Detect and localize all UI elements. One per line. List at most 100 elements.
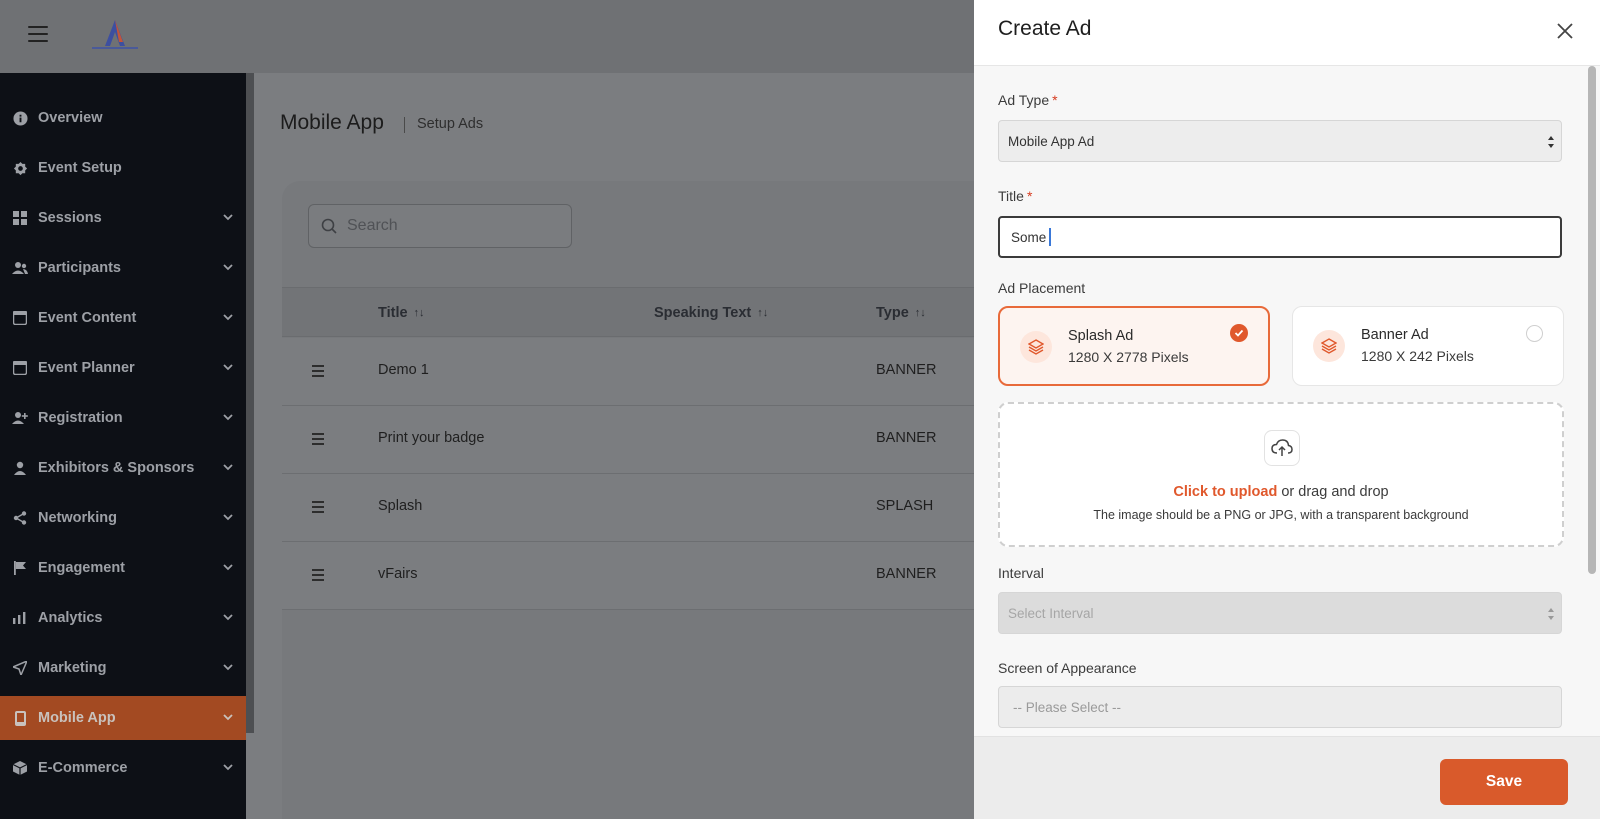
drag-handle-icon[interactable]: [312, 433, 324, 445]
search-input[interactable]: [347, 217, 547, 235]
sidebar-item-label: Event Planner: [38, 360, 135, 376]
row-type: BANNER: [876, 362, 937, 378]
row-title: Print your badge: [378, 430, 485, 446]
row-type: BANNER: [876, 430, 937, 446]
sidebar-item-engagement[interactable]: Engagement: [0, 546, 246, 590]
info-icon: [12, 110, 28, 126]
mobile-icon: [12, 710, 28, 726]
required-asterisk: *: [1052, 92, 1058, 108]
drag-handle-icon[interactable]: [312, 501, 324, 513]
ad-type-select[interactable]: Mobile App Ad: [998, 120, 1562, 162]
sidebar-item-label: Sessions: [38, 210, 102, 226]
select-placeholder: Select Interval: [1008, 605, 1094, 621]
sidebar-item-label: Event Setup: [38, 160, 122, 176]
sidebar-item-mobile-app[interactable]: Mobile App: [0, 696, 246, 740]
chevron-down-icon: [223, 414, 233, 421]
sidebar-item-marketing[interactable]: Marketing: [0, 646, 246, 690]
save-button[interactable]: Save: [1440, 759, 1568, 805]
sidebar-item-label: Overview: [38, 110, 103, 126]
label-text: Title: [998, 188, 1024, 204]
sidebar-item-label: Mobile App: [38, 710, 116, 726]
drag-handle-icon[interactable]: [312, 365, 324, 377]
sidebar-item-networking[interactable]: Networking: [0, 496, 246, 540]
chevron-down-icon: [223, 214, 233, 221]
select-arrows-icon: [1548, 136, 1554, 148]
chevron-down-icon: [223, 564, 233, 571]
sidebar-item-label: Analytics: [38, 610, 103, 626]
upload-dropzone[interactable]: Click to upload or drag and drop The ima…: [998, 402, 1564, 547]
ad-type-label: Ad Type *: [998, 92, 1058, 108]
sort-arrows-icon[interactable]: ↑↓: [757, 307, 768, 319]
sidebar-item-exhibitors-sponsors[interactable]: Exhibitors & Sponsors: [0, 446, 246, 490]
sidebar-item-event-planner[interactable]: Event Planner: [0, 346, 246, 390]
select-placeholder: -- Please Select --: [1013, 699, 1122, 715]
upload-hint: The image should be a PNG or JPG, with a…: [1093, 508, 1469, 522]
interval-select[interactable]: Select Interval: [998, 592, 1562, 634]
option-size: 1280 X 242 Pixels: [1361, 348, 1474, 364]
splash-ad-option[interactable]: Splash Ad 1280 X 2778 Pixels: [998, 306, 1270, 386]
banner-ad-option[interactable]: Banner Ad 1280 X 242 Pixels: [1292, 306, 1564, 386]
sidebar-item-e-commerce[interactable]: E-Commerce: [0, 746, 246, 790]
chevron-down-icon: [223, 314, 233, 321]
drawer-footer: Save: [974, 736, 1600, 819]
page-title: Mobile App: [280, 111, 384, 134]
title-input[interactable]: Some: [998, 216, 1562, 258]
table-row[interactable]: Splash SPLASH: [282, 474, 1002, 542]
sidebar-item-analytics[interactable]: Analytics: [0, 596, 246, 640]
table-row[interactable]: Demo 1 BANNER: [282, 338, 1002, 406]
sort-arrows-icon[interactable]: ↑↓: [414, 307, 425, 319]
text-cursor: [1049, 228, 1051, 246]
breadcrumb-separator: [404, 117, 405, 133]
sidebar-item-event-setup[interactable]: Event Setup: [0, 146, 246, 190]
select-arrows-icon: [1548, 608, 1554, 620]
column-label: Speaking Text: [654, 305, 752, 321]
close-icon[interactable]: [1556, 22, 1574, 40]
window-icon: [12, 310, 28, 326]
title-label: Title *: [998, 188, 1032, 204]
page-subtitle: Setup Ads: [417, 116, 484, 132]
upload-text: or drag and drop: [1277, 484, 1389, 500]
table-header: Title ↑↓ Speaking Text ↑↓ Type ↑↓: [282, 287, 1002, 337]
sidebar-item-sessions[interactable]: Sessions: [0, 196, 246, 240]
drawer-header: Create Ad: [974, 0, 1600, 66]
screen-of-appearance-select[interactable]: -- Please Select --: [998, 686, 1562, 728]
sidebar-item-label: Event Content: [38, 310, 137, 326]
column-label: Title: [378, 305, 408, 321]
users-icon: [12, 260, 28, 276]
sidebar-scrollbar[interactable]: [246, 73, 254, 733]
upload-instruction: Click to upload or drag and drop: [1000, 484, 1562, 500]
create-ad-drawer: Create Ad Ad Type * Mobile App Ad Title * …: [974, 0, 1600, 819]
interval-label: Interval: [998, 565, 1044, 581]
label-text: Ad Type: [998, 92, 1050, 108]
column-header-type[interactable]: Type ↑↓: [876, 305, 926, 321]
sidebar-item-label: Networking: [38, 510, 117, 526]
flag-icon: [12, 560, 28, 576]
sort-arrows-icon[interactable]: ↑↓: [915, 307, 926, 319]
sidebar-item-event-content[interactable]: Event Content: [0, 296, 246, 340]
sidebar-item-label: Registration: [38, 410, 123, 426]
chevron-down-icon: [223, 614, 233, 621]
column-header-speaking-text[interactable]: Speaking Text ↑↓: [654, 305, 768, 321]
radio-button[interactable]: [1526, 325, 1543, 342]
table-row[interactable]: Print your badge BANNER: [282, 406, 1002, 474]
input-value: Some: [1011, 229, 1047, 245]
column-header-title[interactable]: Title ↑↓: [378, 305, 425, 321]
sidebar-item-participants[interactable]: Participants: [0, 246, 246, 290]
event-logo-icon[interactable]: [88, 18, 142, 52]
drag-handle-icon[interactable]: [312, 569, 324, 581]
user-icon: [12, 460, 28, 476]
gear-icon: [12, 160, 28, 176]
hamburger-menu-icon[interactable]: [28, 26, 48, 42]
drawer-scrollbar[interactable]: [1588, 66, 1596, 574]
click-to-upload-link[interactable]: Click to upload: [1173, 484, 1277, 500]
select-value: Mobile App Ad: [1008, 133, 1095, 149]
checkmark-icon: [1230, 324, 1248, 342]
row-type: BANNER: [876, 566, 937, 582]
sidebar-item-label: Exhibitors & Sponsors: [38, 460, 195, 476]
table-row[interactable]: vFairs BANNER: [282, 542, 1002, 610]
sidebar-item-registration[interactable]: Registration: [0, 396, 246, 440]
row-title: Demo 1: [378, 362, 429, 378]
layers-icon: [1020, 331, 1052, 363]
search-icon: [321, 218, 337, 234]
sidebar-item-overview[interactable]: Overview: [0, 96, 246, 140]
